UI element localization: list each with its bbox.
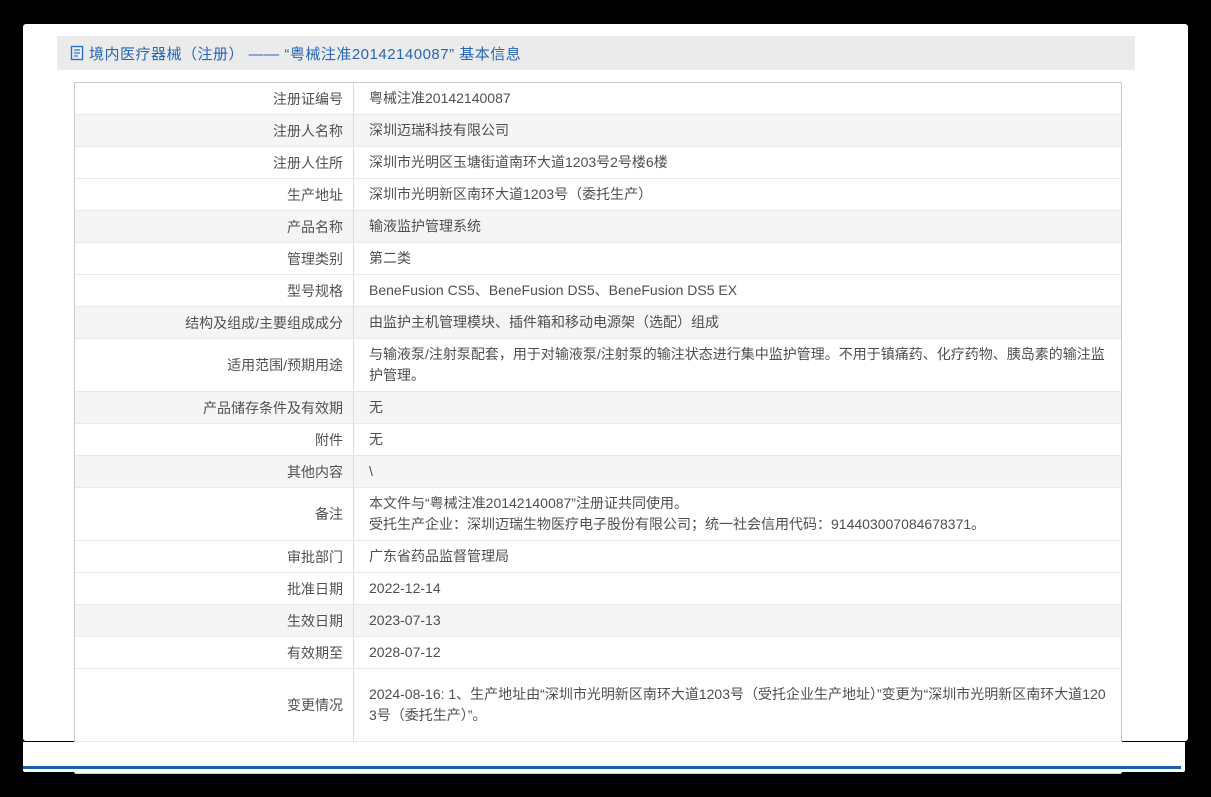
row-label-text: 其他内容: [287, 463, 343, 480]
table-row: 型号规格 BeneFusion CS5、BeneFusion DS5、BeneFu…: [75, 274, 1121, 306]
table-row: 生产地址 深圳市光明新区南环大道1203号（委托生产）: [75, 178, 1121, 210]
table-row: 审批部门 广东省药品监督管理局: [75, 540, 1121, 572]
row-value-text: 深圳迈瑞科技有限公司: [369, 122, 509, 138]
row-label-text: 产品储存条件及有效期: [203, 399, 343, 416]
table-row: 生效日期 2023-07-13: [75, 604, 1121, 636]
row-label-text: 适用范围/预期用途: [227, 357, 343, 373]
row-value: 本文件与“粤械注准20142140087”注册证共同使用。受托生产企业：深圳迈瑞…: [354, 488, 1121, 540]
row-value: 无: [354, 392, 1121, 423]
row-label-text: 产品名称: [287, 218, 343, 235]
row-label: 注册人住所: [75, 147, 354, 178]
row-label-text: 注册人住所: [273, 154, 343, 171]
row-value-text: 广东省药品监督管理局: [369, 548, 509, 564]
row-value: \: [354, 456, 1121, 487]
table-row: 批准日期 2022-12-14: [75, 572, 1121, 604]
table-row: 结构及组成/主要组成成分 由监护主机管理模块、插件箱和移动电源架（选配）组成: [75, 306, 1121, 338]
row-label-text: 附件: [315, 431, 343, 448]
row-value: 深圳迈瑞科技有限公司: [354, 115, 1121, 146]
row-value-text: 无: [369, 431, 383, 447]
row-label-text: 生效日期: [287, 612, 343, 629]
row-value: 由监护主机管理模块、插件箱和移动电源架（选配）组成: [354, 307, 1121, 338]
row-label: 生效日期: [75, 605, 354, 636]
row-value: 2028-07-12: [354, 637, 1121, 668]
row-label-text: 结构及组成/主要组成成分: [185, 314, 343, 331]
row-value-line: 本文件与“粤械注准20142140087”注册证共同使用。: [369, 495, 688, 511]
next-section-strip: [23, 742, 1185, 772]
row-value-text: 深圳市光明新区南环大道1203号（委托生产）: [369, 186, 653, 202]
table-row: 备注 本文件与“粤械注准20142140087”注册证共同使用。 受托生产企业：深圳…: [75, 487, 1121, 540]
row-value-text: 第二类: [369, 250, 411, 266]
row-label-text: 备注: [315, 506, 343, 522]
row-value-text: 2023-07-13: [369, 612, 441, 628]
row-label: 注册人名称: [75, 115, 354, 146]
row-value: 深圳市光明新区南环大道1203号（委托生产）: [354, 179, 1121, 210]
row-value: 第二类: [354, 243, 1121, 274]
row-value-text: 由监护主机管理模块、插件箱和移动电源架（选配）组成: [369, 314, 719, 330]
row-label: 审批部门: [75, 541, 354, 572]
row-value-line: 受托生产企业：深圳迈瑞生物医疗电子股份有限公司；统一社会信用代码：9144030…: [369, 516, 986, 532]
row-label-text: 审批部门: [287, 548, 343, 565]
row-value-text: 深圳市光明区玉塘街道南环大道1203号2号楼6楼: [369, 154, 668, 170]
row-value-text: 输液监护管理系统: [369, 218, 481, 234]
row-value: 广东省药品监督管理局: [354, 541, 1121, 572]
info-table: 注册证编号 粤械注准20142140087 注册人名称 深圳迈瑞科技有限公司注册人住所…: [74, 82, 1122, 774]
row-label: 适用范围/预期用途: [75, 339, 354, 391]
row-label: 附件: [75, 424, 354, 455]
row-value-text: 2028-07-12: [369, 644, 441, 660]
row-label: 管理类别: [75, 243, 354, 274]
row-value-text: BeneFusion CS5、BeneFusion DS5、BeneFusion…: [369, 282, 738, 298]
row-label: 产品名称: [75, 211, 354, 242]
row-label: 其他内容: [75, 456, 354, 487]
table-row: 有效期至 2028-07-12: [75, 636, 1121, 668]
row-label: 生产地址: [75, 179, 354, 210]
row-label-text: 批准日期: [287, 580, 343, 597]
table-row: 管理类别 第二类: [75, 242, 1121, 274]
row-value: 无: [354, 424, 1121, 455]
table-row: 产品储存条件及有效期 无: [75, 391, 1121, 423]
row-label: 注册证编号: [75, 83, 354, 114]
table-row: 产品名称 输液监护管理系统: [75, 210, 1121, 242]
row-label: 产品储存条件及有效期: [75, 392, 354, 423]
row-value: BeneFusion CS5、BeneFusion DS5、BeneFusion…: [354, 275, 1121, 306]
page-title: 境内医疗器械（注册） —— “粤械注准20142140087” 基本信息: [89, 45, 522, 63]
table-row: 注册人名称 深圳迈瑞科技有限公司: [75, 114, 1121, 146]
row-label: 变更情况: [75, 669, 354, 741]
table-row: 注册证编号 粤械注准20142140087: [75, 83, 1121, 114]
document-icon: [70, 45, 84, 61]
table-row: 适用范围/预期用途 与输液泵/注射泵配套，用于对输液泵/注射泵的输注状态进行集中监…: [75, 338, 1121, 391]
row-label: 型号规格: [75, 275, 354, 306]
row-label-text: 型号规格: [287, 282, 343, 299]
row-value: 深圳市光明区玉塘街道南环大道1203号2号楼6楼: [354, 147, 1121, 178]
row-value: 2023-07-13: [354, 605, 1121, 636]
row-value-text: 2022-12-14: [369, 580, 441, 596]
row-label-text: 注册人名称: [273, 122, 343, 139]
page-header: 境内医疗器械（注册） —— “粤械注准20142140087” 基本信息: [57, 36, 1135, 70]
table-row: 其他内容 \: [75, 455, 1121, 487]
table-row: 附件 无: [75, 423, 1121, 455]
row-label-text: 生产地址: [287, 186, 343, 203]
row-value-text: 无: [369, 399, 383, 415]
row-value: 2024-08-16: 1、生产地址由“深圳市光明新区南环大道1203号（受托企…: [354, 669, 1121, 741]
row-value-text: 与输液泵/注射泵配套，用于对输液泵/注射泵的输注状态进行集中监护管理。不用于镇痛…: [369, 346, 1105, 383]
row-value: 粤械注准20142140087: [354, 83, 1121, 114]
row-label: 批准日期: [75, 573, 354, 604]
row-value: 2022-12-14: [354, 573, 1121, 604]
row-value: 与输液泵/注射泵配套，用于对输液泵/注射泵的输注状态进行集中监护管理。不用于镇痛…: [354, 339, 1121, 391]
row-value: 输液监护管理系统: [354, 211, 1121, 242]
detail-card: 境内医疗器械（注册） —— “粤械注准20142140087” 基本信息 注册证…: [23, 24, 1188, 774]
row-value-text: 粤械注准20142140087: [369, 90, 511, 106]
row-label: 备注: [75, 488, 354, 540]
row-value-text: 2024-08-16: 1、生产地址由“深圳市光明新区南环大道1203号（受托企…: [369, 686, 1106, 723]
row-label: 有效期至: [75, 637, 354, 668]
row-label-text: 变更情况: [287, 697, 343, 713]
row-label: 结构及组成/主要组成成分: [75, 307, 354, 338]
row-value-text: \: [369, 463, 373, 479]
table-row: 变更情况 2024-08-16: 1、生产地址由“深圳市光明新区南环大道1203号…: [75, 668, 1121, 741]
row-label-text: 注册证编号: [273, 90, 343, 107]
row-label-text: 管理类别: [287, 250, 343, 267]
table-row: 注册人住所 深圳市光明区玉塘街道南环大道1203号2号楼6楼: [75, 146, 1121, 178]
row-label-text: 有效期至: [287, 644, 343, 661]
